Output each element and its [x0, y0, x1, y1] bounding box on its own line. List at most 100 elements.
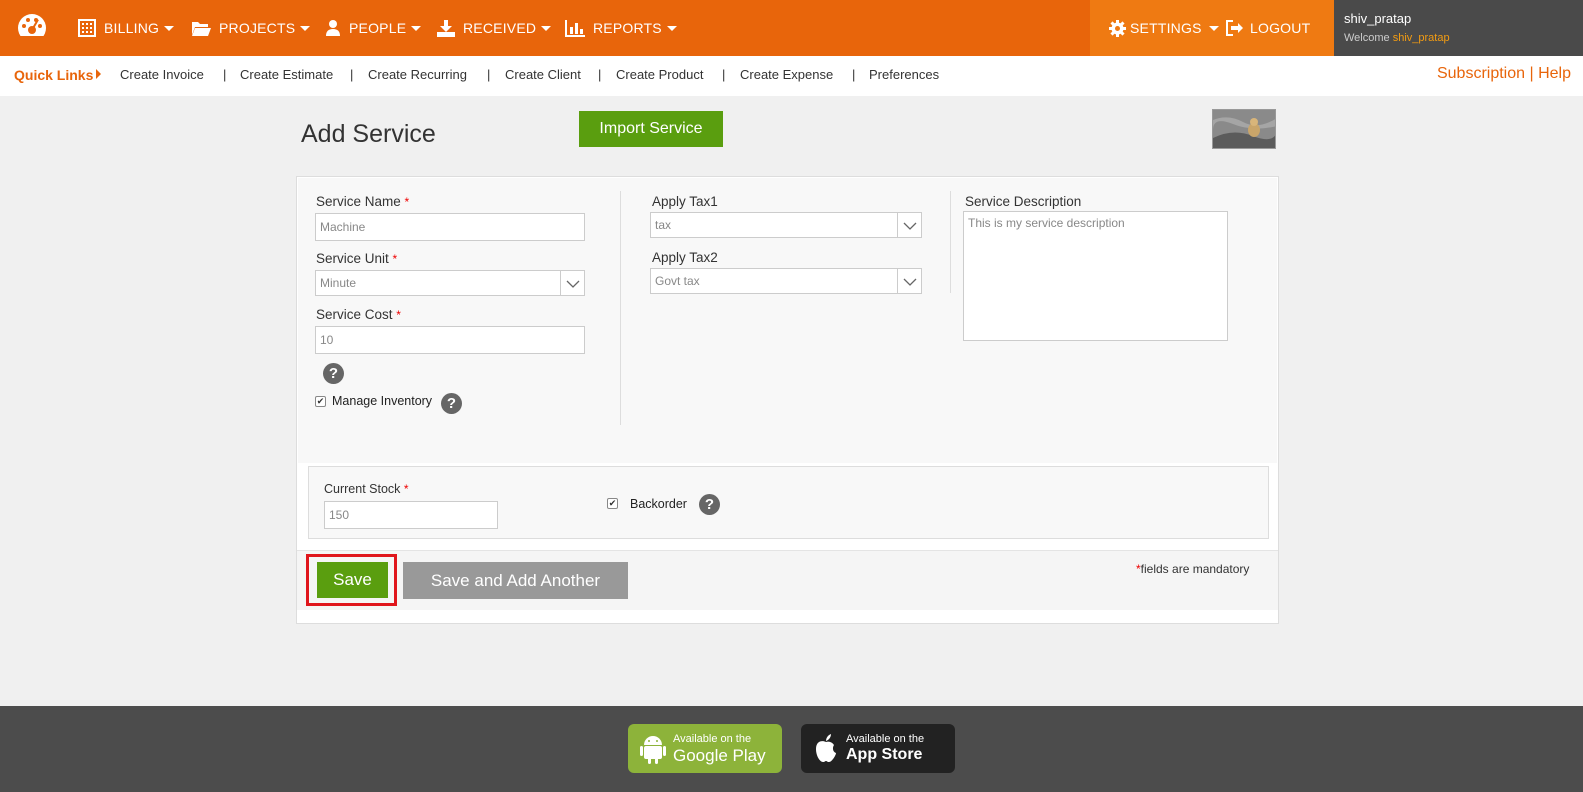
quicklink-create-invoice[interactable]: Create Invoice: [120, 67, 204, 82]
quicklink-separator: |: [350, 67, 354, 82]
quicklink-separator: |: [223, 67, 227, 82]
apply-tax1-label: Apply Tax1: [652, 194, 718, 209]
service-description-textarea[interactable]: This is my service description: [963, 211, 1228, 341]
save-and-add-another-button[interactable]: Save and Add Another: [403, 562, 628, 599]
user-welcome: Welcome shiv_pratap: [1344, 32, 1450, 44]
manage-inventory-label: Manage Inventory: [332, 394, 433, 408]
service-cost-label: Service Cost *: [316, 307, 401, 322]
apply-tax2-value: Govt tax: [655, 274, 700, 288]
calculator-icon: [78, 19, 96, 37]
service-unit-label: Service Unit *: [316, 251, 397, 266]
help-link[interactable]: Help: [1538, 65, 1571, 82]
service-description-label: Service Description: [965, 194, 1082, 209]
quicklink-preferences[interactable]: Preferences: [869, 67, 939, 82]
required-mark: *: [396, 308, 401, 322]
gear-icon: [1109, 19, 1126, 37]
column-divider: [950, 191, 951, 293]
mandatory-note-text: fields are mandatory: [1140, 562, 1250, 576]
caret-down-icon: [1208, 25, 1219, 31]
quicklink-separator: |: [722, 67, 726, 82]
quicklink-create-product[interactable]: Create Product: [616, 67, 703, 82]
settings-area: SETTINGS LOGOUT: [1090, 0, 1334, 56]
quick-links-label: Quick Links: [14, 67, 94, 83]
user-icon: [326, 20, 340, 36]
chevron-down-icon: [897, 213, 921, 237]
quicklink-create-recurring[interactable]: Create Recurring: [368, 67, 467, 82]
quicklink-separator: |: [487, 67, 491, 82]
chevron-down-icon: [560, 271, 584, 295]
backorder-checkbox[interactable]: ✔: [607, 498, 618, 509]
quick-links-bar: Quick Links Create Invoice | Create Esti…: [0, 56, 1583, 96]
dashboard-logo-icon[interactable]: [16, 12, 48, 42]
tiger-photo-icon: [1213, 110, 1275, 148]
android-icon: [640, 736, 666, 764]
profile-avatar[interactable]: [1212, 109, 1276, 149]
current-stock-input[interactable]: 150: [324, 501, 498, 529]
quicklink-separator: |: [852, 67, 856, 82]
service-cost-input[interactable]: 10: [315, 326, 585, 354]
quicklink-create-expense[interactable]: Create Expense: [740, 67, 833, 82]
nav-reports[interactable]: REPORTS: [565, 0, 677, 56]
service-unit-value: Minute: [320, 276, 357, 290]
nav-people[interactable]: PEOPLE: [325, 0, 422, 56]
chevron-down-icon: [897, 269, 921, 293]
nav-logout[interactable]: LOGOUT: [1226, 0, 1310, 56]
caret-down-icon: [164, 25, 175, 31]
service-name-label: Service Name *: [316, 194, 409, 209]
download-icon: [437, 19, 455, 37]
caret-down-icon: [666, 25, 677, 31]
required-mark: *: [403, 482, 409, 496]
caret-down-icon: [541, 25, 552, 31]
page-footer: [0, 706, 1583, 792]
nav-reports-label: REPORTS: [593, 20, 662, 36]
apply-tax1-value: tax: [655, 218, 672, 232]
app-store-badge[interactable]: Available on the App Store: [801, 724, 955, 773]
quicklink-create-client[interactable]: Create Client: [505, 67, 581, 82]
quicklink-separator: |: [598, 67, 602, 82]
nav-billing[interactable]: BILLING: [78, 0, 175, 56]
logout-icon: [1226, 20, 1243, 36]
current-stock-label-text: Current Stock: [324, 482, 401, 496]
help-icon[interactable]: ?: [323, 363, 344, 384]
help-icon[interactable]: ?: [441, 393, 462, 414]
import-service-button[interactable]: Import Service: [579, 111, 723, 147]
apply-tax1-select[interactable]: tax: [650, 212, 922, 238]
service-cost-label-text: Service Cost: [316, 307, 393, 322]
welcome-username: shiv_pratap: [1392, 32, 1450, 44]
manage-inventory-checkbox[interactable]: ✔: [315, 396, 326, 407]
nav-projects[interactable]: PROJECTS: [191, 0, 311, 56]
quick-links-title: Quick Links: [14, 67, 102, 83]
page-title: Add Service: [301, 120, 436, 148]
backorder-label: Backorder: [630, 497, 687, 511]
quicklink-create-estimate[interactable]: Create Estimate: [240, 67, 333, 82]
app-store-line2: App Store: [846, 746, 923, 763]
welcome-prefix: Welcome: [1344, 32, 1390, 44]
apply-tax2-select[interactable]: Govt tax: [650, 268, 922, 294]
nav-logout-label: LOGOUT: [1250, 20, 1311, 36]
google-play-line1: Available on the: [673, 733, 752, 745]
service-unit-label-text: Service Unit: [316, 251, 389, 266]
nav-settings[interactable]: SETTINGS: [1109, 0, 1219, 56]
caret-down-icon: [300, 25, 311, 31]
google-play-line2: Google Play: [673, 746, 766, 765]
caret-right-icon: [96, 69, 102, 79]
service-unit-select[interactable]: Minute: [315, 270, 585, 296]
google-play-badge[interactable]: Available on the Google Play: [628, 724, 782, 773]
nav-received-label: RECEIVED: [463, 20, 537, 36]
nav-settings-label: SETTINGS: [1130, 20, 1202, 36]
user-menu[interactable]: shiv_pratap Welcome shiv_pratap: [1334, 0, 1583, 56]
folder-open-icon: [192, 21, 211, 36]
app-store-line1: Available on the: [846, 733, 925, 745]
help-icon[interactable]: ?: [699, 494, 720, 515]
subscription-link[interactable]: Subscription: [1437, 65, 1525, 82]
subscription-help-links: Subscription | Help: [1437, 65, 1571, 83]
top-navbar: BILLING PROJECTS PEOPLE RECEIVED REPORTS…: [0, 0, 1583, 56]
save-button[interactable]: Save: [317, 562, 388, 598]
caret-down-icon: [411, 25, 422, 31]
nav-received[interactable]: RECEIVED: [437, 0, 552, 56]
mandatory-note: *fields are mandatory: [1136, 562, 1249, 576]
apply-tax2-label: Apply Tax2: [652, 250, 718, 265]
column-divider: [620, 191, 621, 425]
service-name-input[interactable]: Machine: [315, 213, 585, 241]
service-name-label-text: Service Name: [316, 194, 401, 209]
